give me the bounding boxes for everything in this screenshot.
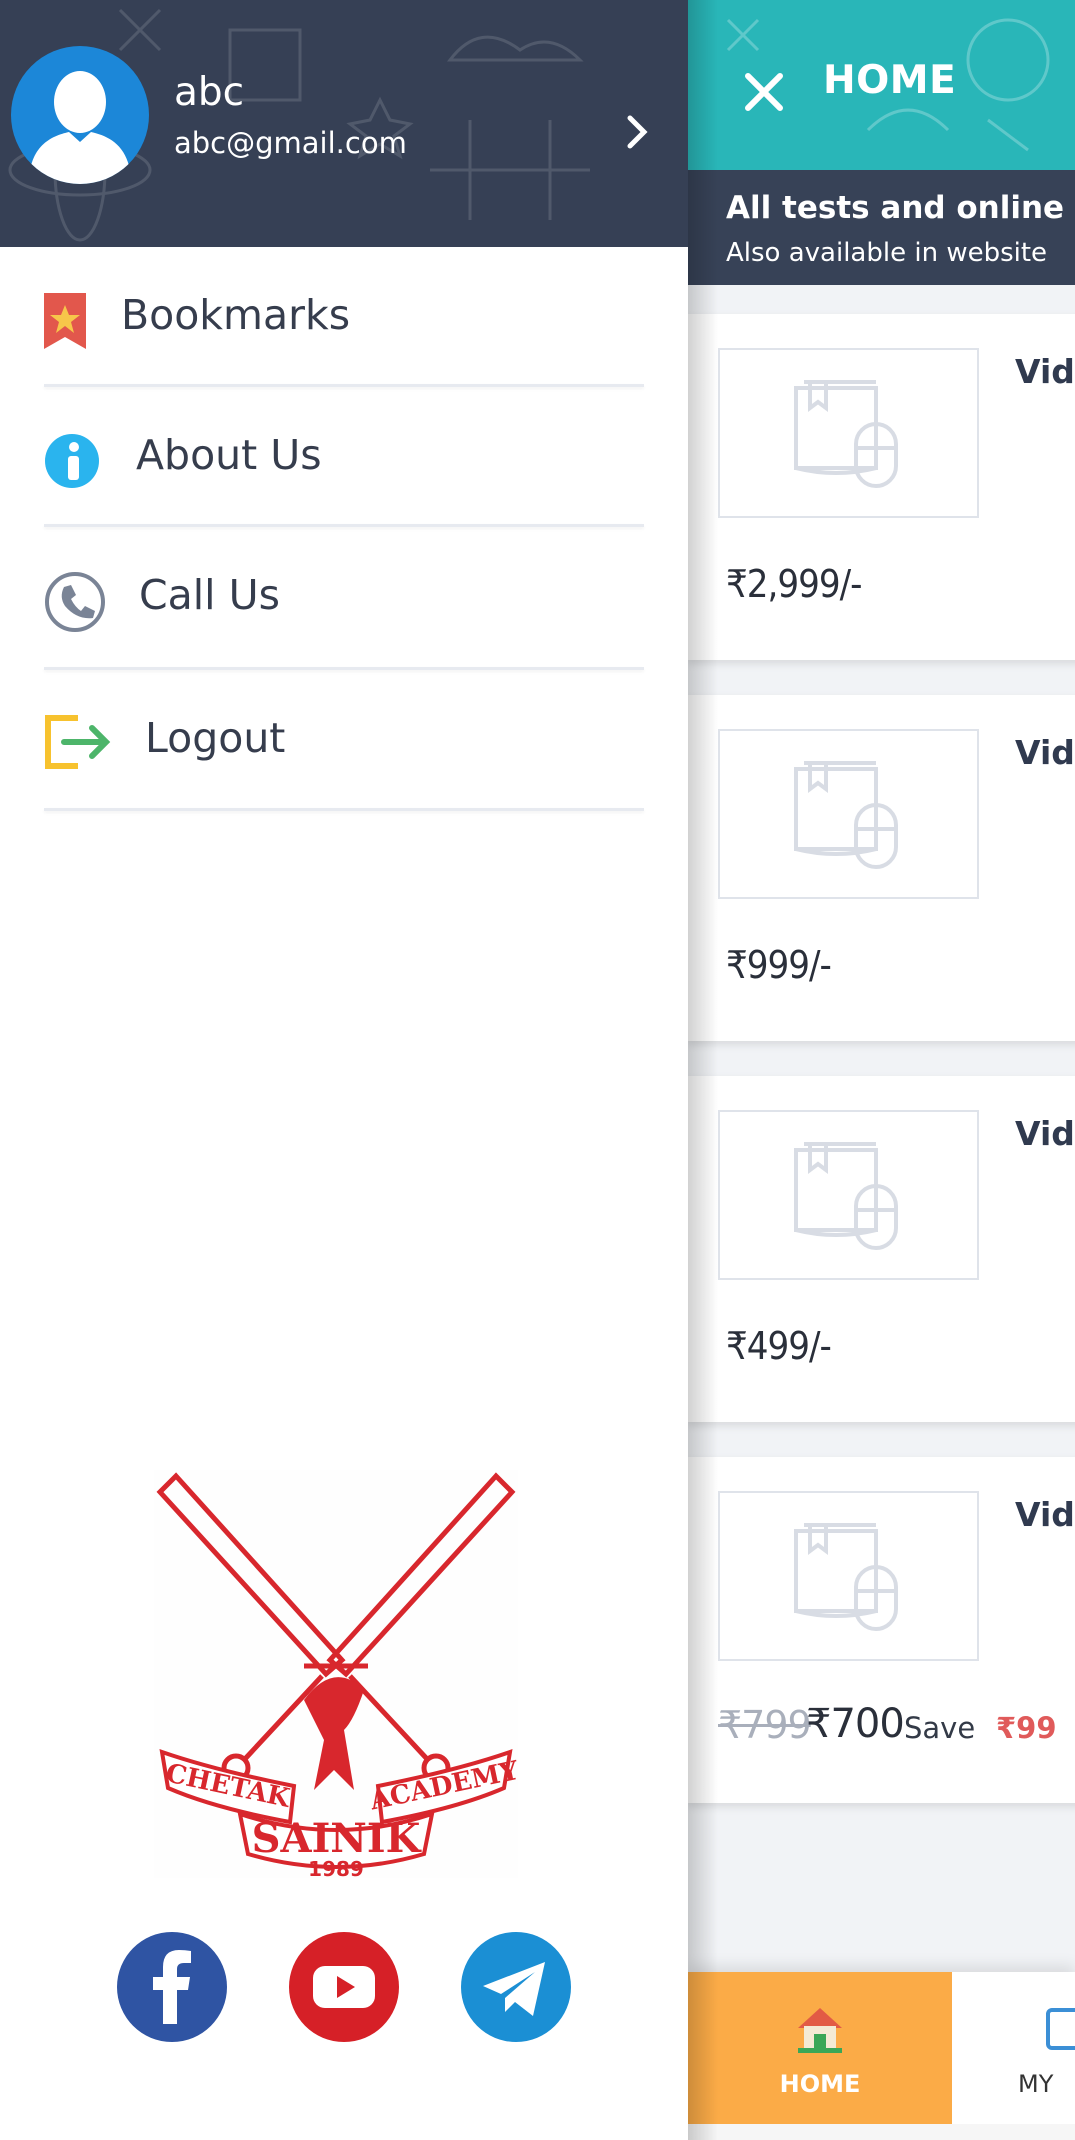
discounted-price: ₹700 xyxy=(806,1701,905,1747)
menu-label: Bookmarks xyxy=(121,291,351,339)
menu-item-logout[interactable]: Logout xyxy=(44,678,644,808)
course-title: Vidu xyxy=(1015,352,1075,391)
telegram-icon xyxy=(483,1962,545,2016)
course-thumbnail xyxy=(718,348,979,518)
course-price: ₹499/- xyxy=(726,1324,832,1368)
book-mouse-icon xyxy=(794,380,898,488)
divider xyxy=(44,667,644,670)
page-title: HOME xyxy=(823,58,957,103)
nav-home-label: HOME xyxy=(779,2070,861,2098)
menu-item-call-us[interactable]: Call Us xyxy=(44,535,644,665)
facebook-button[interactable] xyxy=(117,1932,227,2042)
course-card[interactable]: Vide ₹799 ₹700 Save ₹99 xyxy=(688,1457,1075,1803)
menu-label: Call Us xyxy=(139,571,280,619)
bottom-navigation: HOME MY xyxy=(688,1972,1075,2124)
logout-icon xyxy=(45,715,111,769)
user-silhouette-icon xyxy=(29,71,131,184)
course-price: ₹2,999/- xyxy=(726,562,862,606)
chevron-right-icon[interactable] xyxy=(622,112,652,152)
drawer-shadow xyxy=(688,0,718,2140)
course-card[interactable]: Vidu ₹499/- xyxy=(688,1076,1075,1422)
book-mouse-icon xyxy=(794,761,898,869)
course-card[interactable]: Vidu ₹2,999/- xyxy=(688,314,1075,660)
info-banner: All tests and online co Also available i… xyxy=(688,170,1075,285)
close-icon xyxy=(745,73,783,111)
logo-year: 1989 xyxy=(308,1857,364,1878)
course-title: Vidu xyxy=(1015,733,1075,772)
system-bar xyxy=(688,2124,1075,2140)
course-thumbnail xyxy=(718,1110,979,1280)
save-amount: ₹99 xyxy=(996,1711,1057,1745)
menu-item-about-us[interactable]: About Us xyxy=(44,395,644,525)
menu-label: Logout xyxy=(145,714,286,762)
avatar xyxy=(11,46,149,184)
main-content: HOME All tests and online co Also availa… xyxy=(688,0,1075,2140)
youtube-button[interactable] xyxy=(289,1932,399,2042)
academy-logo: CHETAK ACADEMY SAINIK 1989 xyxy=(154,1470,522,1881)
book-mouse-icon xyxy=(794,1523,898,1631)
user-name: abc xyxy=(174,70,245,115)
nav-my-label: MY xyxy=(1018,2070,1054,2098)
navigation-drawer: abc abc@gmail.com Bookmarks About Us Cal… xyxy=(0,0,688,2140)
close-drawer-button[interactable] xyxy=(740,68,788,116)
original-price: ₹799 xyxy=(718,1703,812,1747)
divider xyxy=(44,384,644,387)
user-email: abc@gmail.com xyxy=(174,126,407,160)
telegram-button[interactable] xyxy=(461,1932,571,2042)
course-card[interactable]: Vidu ₹999/- xyxy=(688,695,1075,1041)
house-icon xyxy=(798,2008,842,2053)
logo-text-center: SAINIK xyxy=(252,1815,422,1862)
nav-my-tab[interactable]: MY xyxy=(952,1972,1075,2124)
banner-title: All tests and online co xyxy=(726,190,1075,226)
clipboard-icon xyxy=(1046,2008,1075,2050)
bookmark-icon xyxy=(44,293,86,349)
course-thumbnail xyxy=(718,1491,979,1661)
phone-icon xyxy=(45,572,105,632)
drawer-header[interactable]: abc abc@gmail.com xyxy=(0,0,688,247)
nav-home-tab[interactable]: HOME xyxy=(688,1972,952,2124)
book-mouse-icon xyxy=(794,1142,898,1250)
banner-subtitle: Also available in website xyxy=(726,238,1048,268)
crossed-swords-emblem: CHETAK ACADEMY SAINIK 1989 xyxy=(156,1472,522,1881)
menu-item-bookmarks[interactable]: Bookmarks xyxy=(44,255,644,385)
top-app-bar: HOME xyxy=(688,0,1075,170)
divider xyxy=(44,524,644,527)
youtube-icon xyxy=(313,1966,375,2008)
menu-label: About Us xyxy=(136,431,322,479)
save-label: Save xyxy=(904,1711,976,1745)
course-title: Vidu xyxy=(1015,1114,1075,1153)
facebook-icon xyxy=(153,1950,191,2024)
course-title: Vide xyxy=(1015,1495,1075,1534)
course-thumbnail xyxy=(718,729,979,899)
divider xyxy=(44,808,644,811)
info-icon xyxy=(45,434,99,488)
course-price: ₹999/- xyxy=(726,943,832,987)
